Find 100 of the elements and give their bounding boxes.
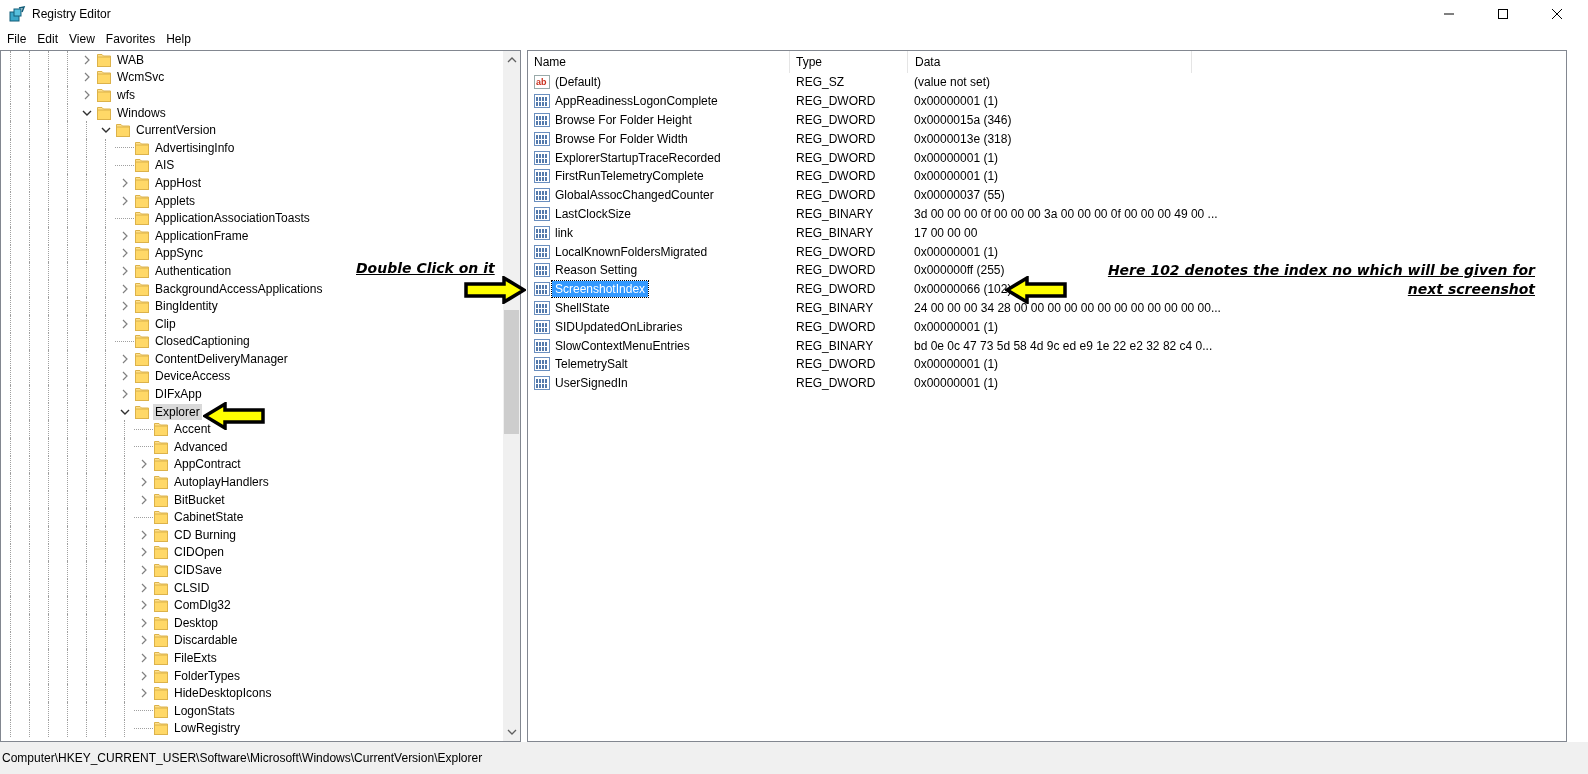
tree-item[interactable]: CLSID: [172, 579, 212, 596]
tree-item[interactable]: CD Burning: [172, 526, 239, 543]
tree-item[interactable]: AutoplayHandlers: [172, 474, 271, 491]
value-name[interactable]: FirstRunTelemetryComplete: [552, 168, 707, 185]
tree-item[interactable]: AIS: [153, 157, 177, 174]
menu-item[interactable]: Help: [161, 30, 196, 48]
folder-icon: [96, 87, 112, 103]
tree-item[interactable]: DeviceAccess: [153, 368, 233, 385]
annotation-text: Here 102 denotes the index no which will be given for next screenshot: [1106, 261, 1535, 299]
folder-icon: [134, 350, 150, 367]
value-name[interactable]: GlobalAssocChangedCounter: [552, 187, 717, 204]
binary-value-icon: [534, 149, 550, 166]
folder-icon: [134, 315, 150, 332]
tree-item[interactable]: BitBucket: [172, 491, 227, 508]
tree-item[interactable]: ApplicationFrame: [153, 227, 251, 244]
tree-item[interactable]: LogonStats: [172, 702, 237, 719]
tree-item[interactable]: LowRegistry: [172, 720, 243, 737]
tree-item[interactable]: FolderTypes: [172, 667, 243, 684]
value-type: REG_DWORD: [795, 130, 877, 148]
folder-icon: [153, 474, 169, 491]
value-name[interactable]: SlowContextMenuEntries: [552, 337, 693, 354]
tree-item[interactable]: ComDlg32: [172, 597, 233, 614]
tree-item[interactable]: WAB: [115, 51, 146, 68]
value-name[interactable]: Reason Setting: [552, 262, 641, 279]
folder-icon: [134, 403, 150, 420]
tree-item[interactable]: DIFxApp: [153, 386, 204, 403]
folder-icon: [153, 526, 169, 543]
pointer-arrow-icon: [464, 276, 526, 304]
scroll-down-icon[interactable]: [506, 727, 517, 737]
folder-icon: [134, 386, 150, 403]
folder-icon: [134, 210, 150, 227]
value-type: REG_DWORD: [795, 262, 877, 280]
folder-icon: [153, 438, 169, 455]
registry-editor-app-icon: [8, 6, 26, 22]
folder-icon: [96, 69, 112, 86]
value-name[interactable]: ExplorerStartupTraceRecorded: [552, 149, 724, 166]
tree-item[interactable]: AppContract: [172, 456, 243, 473]
tree-item[interactable]: Advanced: [172, 438, 230, 455]
tree-item[interactable]: CIDSave: [172, 562, 225, 578]
menu-item[interactable]: Edit: [32, 30, 64, 48]
value-data: 0x00000037 (55): [914, 187, 1005, 204]
tree-item[interactable]: CIDOpen: [172, 544, 227, 561]
tree-item[interactable]: FileExts: [172, 650, 219, 666]
binary-value-icon: [534, 262, 550, 279]
tree-item[interactable]: wfs: [115, 87, 137, 103]
value-type: REG_BINARY: [795, 205, 875, 223]
tree-item[interactable]: AppSync: [153, 245, 206, 262]
tree-item[interactable]: Explorer: [153, 403, 202, 420]
tree-item[interactable]: BingIdentity: [153, 298, 220, 315]
menu-item[interactable]: Favorites: [100, 30, 161, 48]
value-type: REG_DWORD: [795, 112, 877, 129]
value-type: REG_BINARY: [795, 299, 875, 317]
tree-item[interactable]: ClosedCaptioning: [153, 333, 252, 350]
value-name[interactable]: Browse For Folder Height: [552, 112, 695, 128]
column-header[interactable]: Name: [528, 51, 790, 73]
tree-item[interactable]: Accent: [172, 421, 213, 438]
column-header[interactable]: Data: [908, 51, 1192, 73]
close-icon: [1551, 8, 1563, 20]
tree-item[interactable]: AdvertisingInfo: [153, 139, 237, 156]
tree-item[interactable]: WcmSvc: [115, 69, 167, 86]
value-name[interactable]: SIDUpdatedOnLibraries: [552, 318, 686, 335]
menu-item[interactable]: View: [64, 30, 100, 48]
tree-item[interactable]: Applets: [153, 192, 198, 209]
column-header[interactable]: Type: [790, 51, 908, 73]
tree-item[interactable]: AppHost: [153, 174, 204, 191]
menu-item[interactable]: File: [2, 30, 32, 48]
value-name[interactable]: (Default): [552, 74, 604, 91]
tree-item[interactable]: HideDesktopIcons: [172, 685, 274, 702]
scrollbar-thumb[interactable]: [504, 310, 519, 434]
value-name[interactable]: ShellState: [552, 299, 613, 316]
value-name[interactable]: LastClockSize: [552, 205, 635, 222]
tree-item[interactable]: Desktop: [172, 614, 221, 631]
value-name[interactable]: TelemetrySalt: [552, 356, 631, 373]
tree-item[interactable]: BackgroundAccessApplications: [153, 280, 325, 297]
tree-item[interactable]: ApplicationAssociationToasts: [153, 210, 312, 227]
tree-item[interactable]: Discardable: [172, 632, 240, 649]
annotation-text: Double Click on it: [356, 259, 495, 278]
tree-item[interactable]: CurrentVersion: [134, 122, 219, 139]
folder-icon: [115, 122, 131, 139]
binary-value-icon: [534, 168, 550, 185]
folder-icon: [153, 667, 169, 684]
tree-item[interactable]: Clip: [153, 315, 178, 332]
folder-icon: [153, 509, 169, 526]
folder-icon: [153, 544, 169, 561]
tree-item[interactable]: ContentDeliveryManager: [153, 350, 290, 367]
value-name[interactable]: Browse For Folder Width: [552, 130, 691, 147]
value-name[interactable]: link: [552, 224, 576, 241]
scroll-up-icon[interactable]: [506, 55, 517, 65]
folder-icon: [153, 685, 169, 702]
tree-item[interactable]: CabinetState: [172, 509, 246, 526]
value-data: 0x0000013e (318): [914, 130, 1012, 147]
folder-icon: [134, 333, 150, 350]
tree-item[interactable]: Authentication: [153, 262, 234, 279]
value-name[interactable]: UserSignedIn: [552, 375, 631, 392]
value-type: REG_DWORD: [795, 187, 877, 205]
folder-icon: [134, 298, 150, 315]
tree-item[interactable]: Windows: [115, 104, 168, 121]
value-name[interactable]: AppReadinessLogonComplete: [552, 93, 721, 110]
value-name[interactable]: LocalKnownFoldersMigrated: [552, 243, 711, 260]
binary-value-icon: [534, 130, 550, 147]
